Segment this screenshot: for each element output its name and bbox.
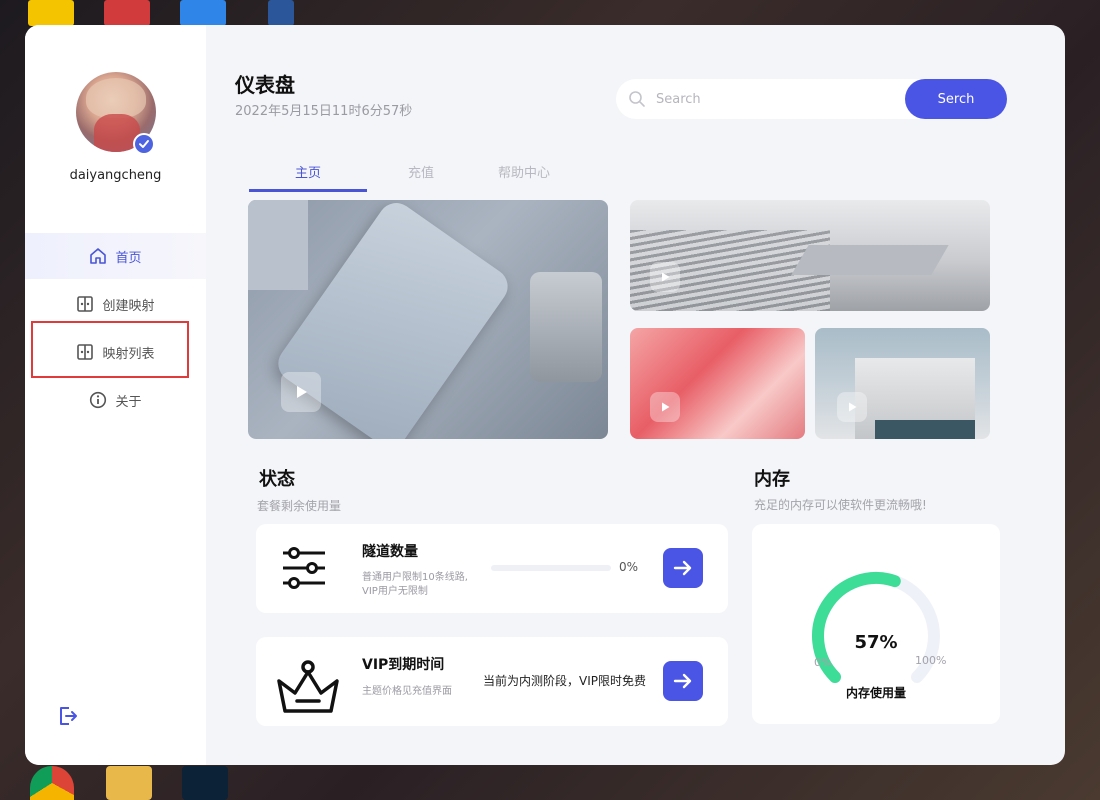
- page-datetime: 2022年5月15日11时6分57秒: [235, 104, 413, 119]
- media-architecture-video[interactable]: [630, 200, 990, 311]
- search-bar: Serch: [616, 79, 1007, 119]
- tab-help-center[interactable]: 帮助中心: [465, 160, 583, 192]
- folder-icon[interactable]: [106, 766, 152, 800]
- mapping-icon: [76, 295, 94, 313]
- sidebar-item-about[interactable]: 关于: [25, 377, 206, 423]
- memory-card: 57% 0% 100% 内存使用量: [752, 524, 1000, 724]
- search-icon: [628, 90, 646, 108]
- memory-gauge: [812, 572, 940, 684]
- chrome-icon[interactable]: [30, 766, 74, 800]
- tab-bar: 主页 充值 帮助中心: [249, 160, 589, 192]
- search-input[interactable]: [656, 87, 896, 111]
- tunnel-desc-line2: VIP用户无限制: [362, 586, 428, 597]
- sidebar-item-label: 首页: [115, 250, 142, 266]
- gauge-max-label: 100%: [915, 654, 947, 667]
- vip-go-button[interactable]: [663, 661, 703, 701]
- crown-icon: [275, 659, 341, 721]
- desktop-shortcut-icon[interactable]: [28, 0, 74, 26]
- verified-badge-icon: [133, 133, 155, 155]
- info-icon: [89, 391, 107, 409]
- play-icon[interactable]: [650, 262, 680, 292]
- tab-home[interactable]: 主页: [249, 160, 367, 192]
- sliders-icon: [281, 546, 327, 594]
- status-subtitle: 套餐剩余使用量: [257, 499, 342, 513]
- search-button[interactable]: Serch: [905, 79, 1007, 119]
- main-content: 仪表盘 2022年5月15日11时6分57秒 Serch 主页 充值 帮助中心: [206, 25, 1065, 765]
- status-title: 状态: [259, 469, 295, 490]
- tunnel-title: 隧道数量: [362, 544, 418, 560]
- sidebar-item-label: 关于: [115, 394, 142, 410]
- sidebar-item-label: 创建映射: [102, 298, 155, 314]
- arrow-right-icon: [673, 671, 693, 691]
- vip-desc: 主题价格见充值界面: [362, 686, 452, 697]
- desktop-shortcut-icon[interactable]: [268, 0, 294, 26]
- vip-title: VIP到期时间: [362, 657, 445, 673]
- tunnel-desc-line1: 普通用户限制10条线路,: [362, 572, 468, 583]
- desktop-shortcut-icon[interactable]: [104, 0, 150, 26]
- media-building-video[interactable]: [815, 328, 990, 439]
- tunnel-progress-label: 0%: [619, 560, 639, 574]
- vip-expiry-value: 当前为内测阶段，VIP限时免费: [483, 674, 646, 688]
- sidebar-item-home[interactable]: 首页: [25, 233, 206, 279]
- play-icon[interactable]: [650, 392, 680, 422]
- tunnel-go-button[interactable]: [663, 548, 703, 588]
- selection-highlight-box: [31, 321, 189, 378]
- play-icon[interactable]: [837, 392, 867, 422]
- gauge-min-label: 0%: [814, 656, 832, 669]
- home-icon: [89, 247, 107, 265]
- play-icon[interactable]: [281, 372, 321, 412]
- media-phone-video[interactable]: [248, 200, 608, 439]
- media-pink-abstract-video[interactable]: [630, 328, 805, 439]
- memory-percent: 57%: [854, 632, 898, 653]
- vip-card: VIP到期时间 主题价格见充值界面 当前为内测阶段，VIP限时免费: [256, 637, 728, 726]
- photoshop-icon[interactable]: [182, 766, 228, 800]
- desktop-icons-top: [0, 0, 320, 26]
- desktop-shortcut-icon[interactable]: [180, 0, 226, 26]
- arrow-right-icon: [673, 558, 693, 578]
- memory-title: 内存: [754, 469, 790, 490]
- tab-recharge[interactable]: 充值: [362, 160, 480, 192]
- username: daiyangcheng: [69, 168, 162, 183]
- memory-caption: 内存使用量: [845, 686, 906, 700]
- page-title: 仪表盘: [235, 73, 295, 97]
- logout-icon[interactable]: [57, 705, 79, 727]
- app-window: daiyangcheng 首页 创建映射 映射列表 关于 仪表盘 2022年5月…: [25, 25, 1065, 765]
- tunnel-progress-bar: [491, 565, 611, 571]
- memory-subtitle: 充足的内存可以使软件更流畅哦!: [754, 498, 927, 512]
- tunnel-card: 隧道数量 普通用户限制10条线路, VIP用户无限制 0%: [256, 524, 728, 613]
- sidebar: daiyangcheng 首页 创建映射 映射列表 关于: [25, 25, 206, 765]
